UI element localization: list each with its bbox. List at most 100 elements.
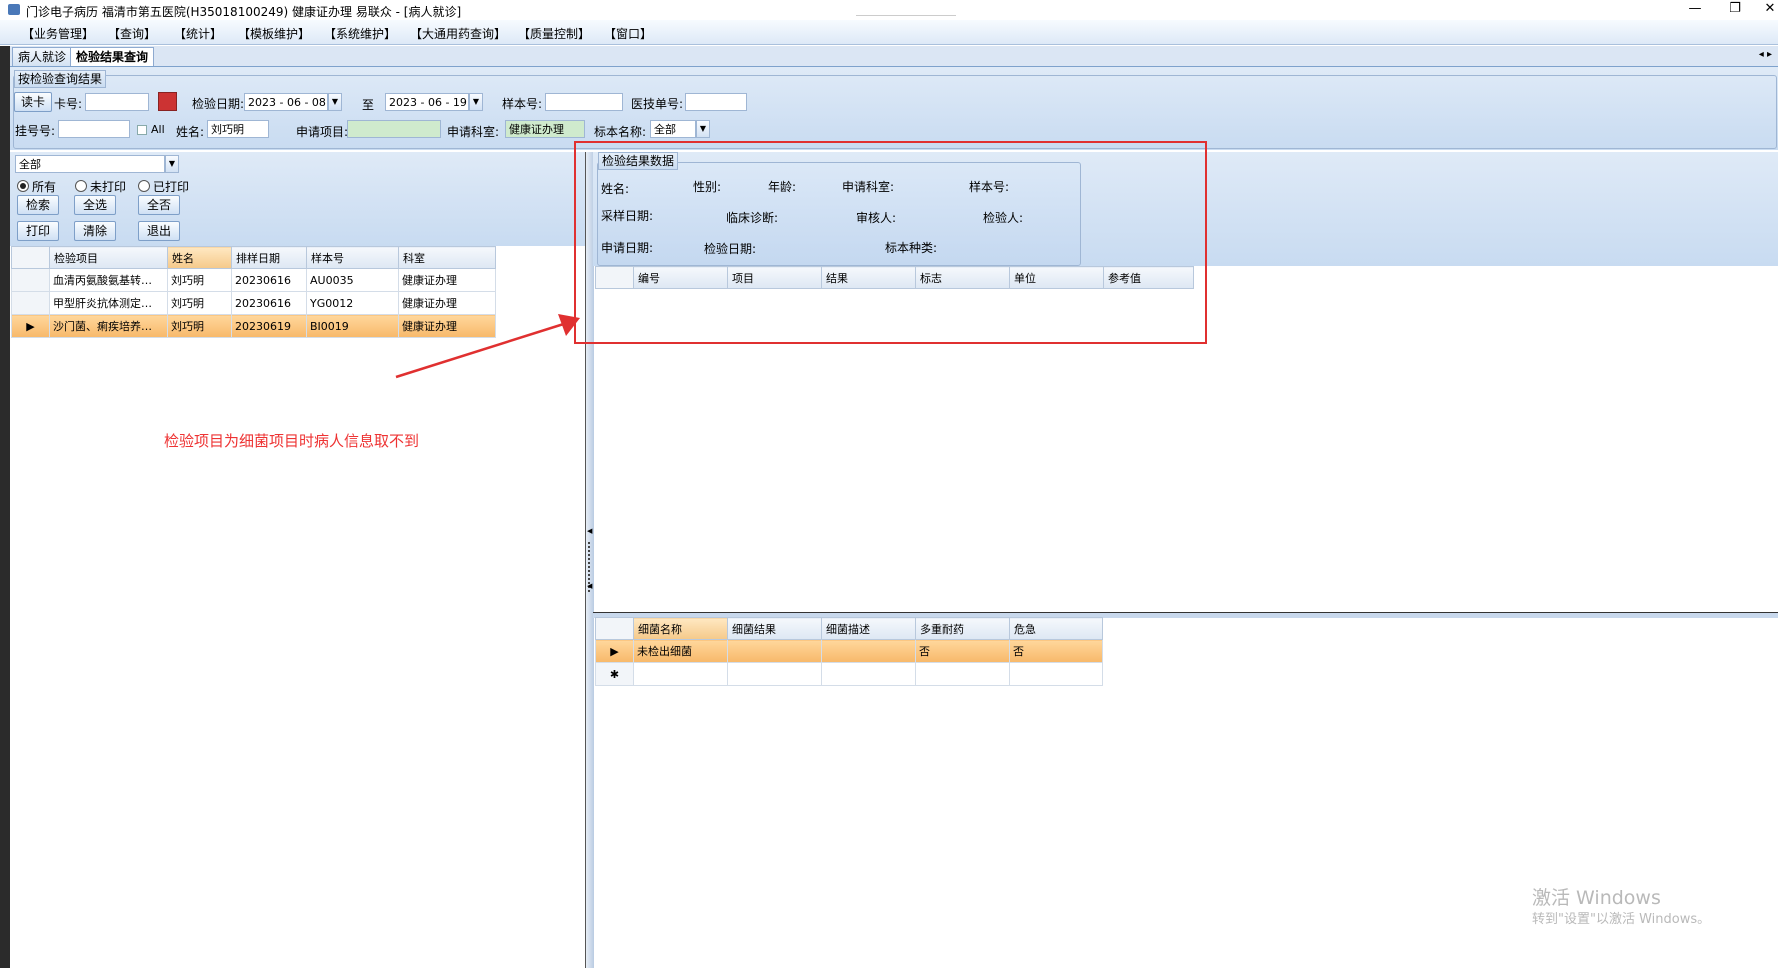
cell-date[interactable]: 20230616 <box>231 268 307 292</box>
column-header[interactable]: 样本号 <box>306 246 399 269</box>
cell-empty[interactable] <box>727 662 822 686</box>
new-row-asterisk-icon[interactable]: ✱ <box>595 662 634 686</box>
print-status-select[interactable]: 全部 <box>15 155 165 173</box>
cell-bacteria-result[interactable] <box>727 639 822 663</box>
table-row-selected[interactable]: ▶ 未检出细菌 否 否 <box>595 639 1103 663</box>
restore-button[interactable]: ❐ <box>1720 0 1750 20</box>
menu-query[interactable]: 【查询】 <box>108 25 156 42</box>
menu-system[interactable]: 【系统维护】 <box>324 25 396 42</box>
cell-empty[interactable] <box>633 662 728 686</box>
title-bar: 门诊电子病历 福清市第五医院(H35018100249) 健康证办理 易联众 -… <box>0 0 1778 20</box>
cell-mdr[interactable]: 否 <box>915 639 1010 663</box>
cell-sample[interactable]: AU0035 <box>306 268 399 292</box>
apply-item-label: 申请项目: <box>296 125 349 139</box>
cell-empty[interactable] <box>915 662 1010 686</box>
cell-dept[interactable]: 健康证办理 <box>398 268 496 292</box>
grid-corner[interactable] <box>11 246 50 269</box>
close-button[interactable]: ✕ <box>1755 0 1778 20</box>
reg-no-input[interactable] <box>58 120 130 138</box>
apply-item-input[interactable] <box>347 120 441 138</box>
radio-printed-label: 已打印 <box>153 180 190 194</box>
apply-dept-input[interactable]: 健康证办理 <box>505 120 585 138</box>
column-header[interactable]: 多重耐药 <box>915 617 1010 640</box>
current-row-arrow-icon[interactable]: ▶ <box>595 639 634 663</box>
name-label: 姓名: <box>176 125 205 139</box>
read-card-button[interactable]: 读卡 <box>14 92 52 112</box>
column-header[interactable]: 细菌描述 <box>821 617 916 640</box>
radio-unprinted[interactable] <box>75 180 87 192</box>
cell-sample[interactable]: BI0019 <box>306 314 399 338</box>
menu-template[interactable]: 【模板维护】 <box>238 25 310 42</box>
cell-item[interactable]: 甲型肝炎抗体测定… <box>49 291 168 315</box>
window-title: 门诊电子病历 福清市第五医院(H35018100249) 健康证办理 易联众 -… <box>26 5 462 19</box>
name-input[interactable]: 刘巧明 <box>207 120 269 138</box>
cell-critical[interactable]: 否 <box>1009 639 1103 663</box>
column-header[interactable]: 细菌结果 <box>727 617 822 640</box>
tab-lab-results[interactable]: 检验结果查询 <box>70 47 155 66</box>
cell-name[interactable]: 刘巧明 <box>167 291 232 315</box>
column-header[interactable]: 检验项目 <box>49 246 168 269</box>
sample-no-label: 样本号: <box>502 97 543 111</box>
calculator-icon[interactable] <box>158 92 177 111</box>
cell-empty[interactable] <box>821 662 916 686</box>
clear-button[interactable]: 清除 <box>74 221 116 241</box>
tab-patient-visit[interactable]: 病人就诊 <box>12 47 73 66</box>
cell-item[interactable]: 血清丙氨酸氨基转… <box>49 268 168 292</box>
grid-header-row: 检验项目 姓名 排样日期 样本号 科室 <box>11 246 496 269</box>
cell-name[interactable]: 刘巧明 <box>167 314 232 338</box>
cell-date[interactable]: 20230619 <box>231 314 307 338</box>
splitter-arrow-icon[interactable]: ◀ <box>587 527 592 535</box>
bacteria-grid: 细菌名称 细菌结果 细菌描述 多重耐药 危急 ▶ 未检出细菌 否 否 ✱ <box>595 617 1103 686</box>
cell-sample[interactable]: YG0012 <box>306 291 399 315</box>
print-button[interactable]: 打印 <box>17 221 59 241</box>
radio-printed[interactable] <box>138 180 150 192</box>
column-header[interactable]: 姓名 <box>167 246 232 269</box>
tab-scroll-arrows[interactable]: ◂ ▸ <box>1759 49 1772 60</box>
search-button[interactable]: 检索 <box>17 195 59 215</box>
radio-all-label: 所有 <box>32 180 57 194</box>
cell-empty[interactable] <box>1009 662 1103 686</box>
date-from-dropdown-icon[interactable]: ▼ <box>328 93 342 111</box>
specimen-name-select[interactable]: 全部 <box>650 120 696 138</box>
date-to-dropdown-icon[interactable]: ▼ <box>469 93 483 111</box>
radio-all[interactable] <box>17 180 29 192</box>
cell-bacteria-desc[interactable] <box>821 639 916 663</box>
cell-date[interactable]: 20230616 <box>231 291 307 315</box>
new-row[interactable]: ✱ <box>595 662 1103 686</box>
current-row-arrow-icon[interactable]: ▶ <box>11 314 50 338</box>
cell-bacteria-name[interactable]: 未检出细菌 <box>633 639 728 663</box>
grid-corner[interactable] <box>595 617 634 640</box>
menu-drug-query[interactable]: 【大通用药查询】 <box>410 25 506 42</box>
date-from-input[interactable]: 2023 - 06 - 08 <box>244 93 328 111</box>
left-edge <box>0 46 10 968</box>
menu-quality[interactable]: 【质量控制】 <box>518 25 590 42</box>
medtech-no-input[interactable] <box>685 93 747 111</box>
exit-button[interactable]: 退出 <box>138 221 180 241</box>
cell-item[interactable]: 沙门菌、痢疾培养… <box>49 314 168 338</box>
select-all-button[interactable]: 全选 <box>74 195 116 215</box>
column-header[interactable]: 排样日期 <box>231 246 307 269</box>
column-header[interactable]: 细菌名称 <box>633 617 728 640</box>
row-indicator[interactable] <box>11 291 50 315</box>
minimize-button[interactable]: — <box>1680 0 1710 20</box>
row-indicator[interactable] <box>11 268 50 292</box>
test-date-label: 检验日期: <box>192 97 245 111</box>
specimen-dropdown-icon[interactable]: ▼ <box>696 120 710 138</box>
menu-window[interactable]: 【窗口】 <box>604 25 652 42</box>
all-checkbox-label: All <box>151 123 165 136</box>
cell-name[interactable]: 刘巧明 <box>167 268 232 292</box>
select-none-button[interactable]: 全否 <box>138 195 180 215</box>
date-to-input[interactable]: 2023 - 06 - 19 <box>385 93 469 111</box>
print-status-dropdown-icon[interactable]: ▼ <box>165 155 179 173</box>
sample-no-input[interactable] <box>545 93 623 111</box>
table-row[interactable]: 血清丙氨酸氨基转… 刘巧明 20230616 AU0035 健康证办理 <box>11 268 496 292</box>
column-header[interactable]: 危急 <box>1009 617 1103 640</box>
splitter-arrow-icon[interactable]: ◀ <box>587 582 592 590</box>
menu-statistics[interactable]: 【统计】 <box>174 25 222 42</box>
all-checkbox[interactable] <box>137 125 147 135</box>
column-header[interactable]: 科室 <box>398 246 496 269</box>
tab-bar: 病人就诊 检验结果查询 ◂ ▸ <box>10 46 1778 67</box>
menu-business[interactable]: 【业务管理】 <box>22 25 94 42</box>
card-input[interactable] <box>85 93 149 111</box>
filter-panel: 按检验查询结果 读卡 卡号: 检验日期: 2023 - 06 - 08 ▼ 至 … <box>10 67 1778 150</box>
